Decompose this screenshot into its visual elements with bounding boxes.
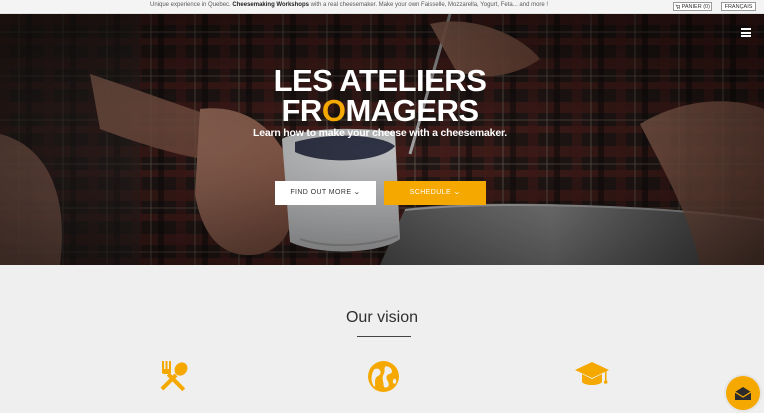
hamburger-line — [741, 31, 751, 34]
find-out-more-button[interactable]: FIND OUT MORE ⌄ — [275, 181, 376, 205]
chevron-down-icon: ⌄ — [353, 189, 362, 196]
cart-icon — [675, 4, 681, 9]
hero-section — [0, 14, 764, 265]
hero-overlay — [0, 14, 764, 265]
hamburger-line — [741, 35, 751, 37]
announcement-text: Unique experience in Quebec. Cheesemakin… — [150, 2, 548, 8]
language-button[interactable]: FRANÇAIS — [721, 2, 756, 11]
cart-label: PANIER (0) — [681, 4, 710, 10]
fork-spoon-icon — [160, 361, 188, 391]
cart-button[interactable]: PANIER (0) — [673, 2, 712, 11]
announcement-highlight: Cheesemaking Workshops — [232, 2, 309, 8]
contact-chat-button[interactable] — [726, 376, 760, 410]
schedule-button[interactable]: SCHEDULE ⌄ — [384, 181, 486, 205]
heading-divider — [357, 336, 411, 337]
find-out-more-label: FIND OUT MORE — [290, 189, 352, 196]
announcement-suffix: with a real cheesemaker. Make your own F… — [308, 2, 549, 8]
envelope-icon — [735, 387, 751, 400]
globe-icon — [368, 361, 399, 392]
vision-heading: Our vision — [345, 309, 419, 326]
schedule-label: SCHEDULE — [409, 189, 452, 196]
title-accent-letter: O — [321, 93, 346, 128]
hero-title-line2: FROMAGERS — [220, 95, 540, 127]
chevron-down-icon: ⌄ — [453, 189, 462, 196]
title-part: MAGERS — [345, 93, 479, 128]
graduation-cap-icon — [575, 362, 609, 385]
announcement-prefix: Unique experience in Quebec. — [150, 2, 233, 8]
hamburger-menu-button[interactable] — [741, 28, 751, 37]
hamburger-icon — [741, 28, 751, 30]
announcement-bar: Unique experience in Quebec. Cheesemakin… — [0, 0, 764, 14]
hero-subtitle: Learn how to make your cheese with a che… — [253, 127, 507, 139]
title-part: FR — [281, 93, 322, 128]
